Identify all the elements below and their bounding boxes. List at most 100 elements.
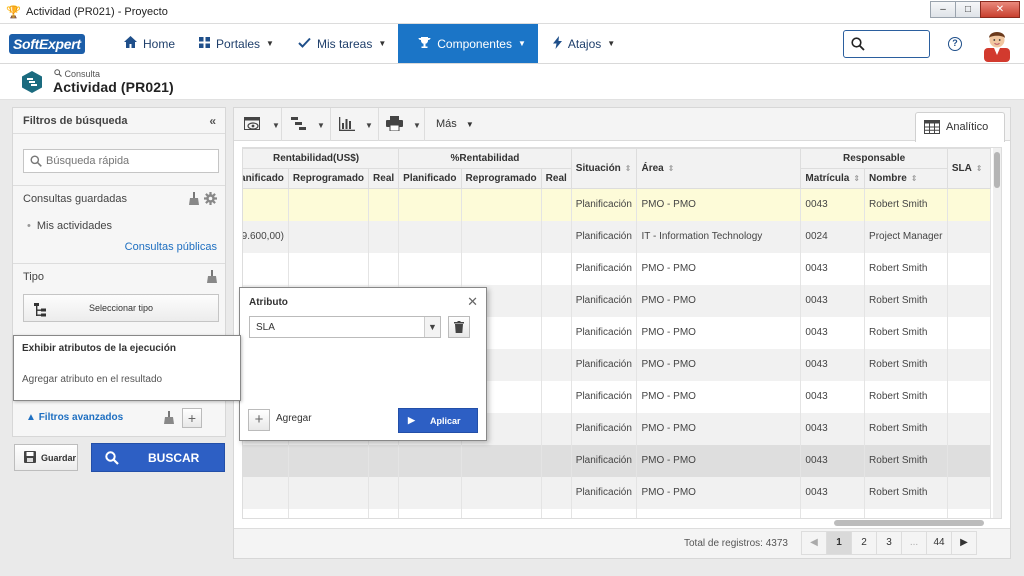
delete-attribute-button[interactable] xyxy=(448,316,470,338)
close-window-button[interactable]: ✕ xyxy=(980,1,1020,18)
play-icon: ▶ xyxy=(408,415,415,425)
col-situacion[interactable]: Situación ⇕ xyxy=(570,148,638,189)
cell-real-pct xyxy=(540,508,572,518)
col-planificado-pct[interactable]: Planificado xyxy=(398,168,462,189)
chevron-down-icon: ▼ xyxy=(365,120,373,130)
cell-matricula: 0024 xyxy=(800,220,866,253)
user-avatar[interactable] xyxy=(982,26,1012,62)
quick-search-field[interactable] xyxy=(23,149,219,173)
cell-nombre: Robert Smith xyxy=(864,188,948,221)
col-nombre[interactable]: Nombre ⇕ xyxy=(864,168,948,189)
softexpert-logo[interactable]: SoftExpert xyxy=(0,24,112,63)
attribute-select[interactable]: SLA ▼ xyxy=(249,316,441,338)
gear-icon[interactable] xyxy=(204,192,217,208)
bolt-icon xyxy=(552,35,562,52)
select-tipo-button[interactable]: Seleccionar tipo xyxy=(23,294,219,322)
cell-real-pct xyxy=(540,220,572,253)
home-icon xyxy=(124,36,137,51)
cell-sla xyxy=(946,380,992,413)
floppy-icon xyxy=(24,451,36,465)
next-page-button[interactable]: ▶ xyxy=(951,531,977,555)
total-records: Total de registros: 4373 xyxy=(684,538,788,549)
col-matricula[interactable]: Matrícula ⇕ xyxy=(800,168,866,189)
sort-icon: ⇕ xyxy=(975,164,983,173)
chevron-down-icon: ▼ xyxy=(413,120,421,130)
clear-broom-icon[interactable] xyxy=(164,411,174,428)
nav-componentes[interactable]: Componentes ▼ xyxy=(398,24,538,63)
clear-broom-icon[interactable] xyxy=(189,192,199,208)
chevron-down-icon: ▼ xyxy=(378,39,387,48)
page-button[interactable]: 44 xyxy=(926,531,952,555)
saved-query-item[interactable]: Mis actividades xyxy=(27,220,112,232)
table-row[interactable]: Planificación PMO - PMO 0043 Robert Smith xyxy=(243,444,992,477)
col-planificado-usd[interactable]: anificado xyxy=(243,168,289,189)
col-real-pct[interactable]: Real xyxy=(540,168,572,189)
search-button[interactable]: BUSCAR xyxy=(91,443,225,472)
add-attribute-button[interactable]: + xyxy=(248,409,270,431)
cell-planificado-usd xyxy=(243,508,289,518)
add-filter-button[interactable]: + xyxy=(182,408,202,428)
cell-real-pct xyxy=(540,476,572,509)
pagination: ◀ 1 2 3 ... 44 ▶ xyxy=(801,531,977,555)
global-search-input[interactable] xyxy=(843,30,930,58)
prev-page-button[interactable]: ◀ xyxy=(801,531,827,555)
tab-analitico[interactable]: Analítico xyxy=(915,112,1005,142)
nav-portales[interactable]: Portales ▼ xyxy=(187,24,286,63)
cell-real-pct xyxy=(540,252,572,285)
advanced-filters-toggle[interactable]: ▲ Filtros avanzados xyxy=(26,412,123,423)
tipo-section: Tipo Seleccionar tipo xyxy=(13,263,225,333)
clear-broom-icon[interactable] xyxy=(207,270,217,286)
execution-attributes-tooltip: Exhibir atributos de la ejecución Agrega… xyxy=(13,335,241,401)
col-real-usd[interactable]: Real xyxy=(368,168,400,189)
cell-matricula: 0043 xyxy=(800,284,866,317)
cell-matricula: 0043 xyxy=(800,476,866,509)
eye-icon xyxy=(244,116,262,134)
minimize-button[interactable]: – xyxy=(930,1,956,18)
collapse-panel-icon[interactable]: « xyxy=(209,114,216,128)
save-query-button[interactable]: Guardar xyxy=(14,444,78,471)
maximize-button[interactable]: □ xyxy=(955,1,981,18)
page-button[interactable]: 1 xyxy=(826,531,852,555)
cell-sla xyxy=(946,348,992,381)
col-area[interactable]: Área ⇕ xyxy=(636,148,802,189)
close-icon[interactable]: ✕ xyxy=(467,294,478,310)
nav-mis-tareas[interactable]: Mis tareas ▼ xyxy=(286,24,398,63)
nav-home[interactable]: Home xyxy=(112,24,187,63)
cell-area: PMO - PMO xyxy=(636,444,802,477)
col-reprogramado-usd[interactable]: Reprogramado xyxy=(287,168,370,189)
table-row[interactable]: Planificación PMO - PMO 0043 Robert Smith xyxy=(243,252,992,285)
cell-nombre xyxy=(864,508,948,518)
nav-atajos[interactable]: Atajos ▼ xyxy=(538,24,627,63)
table-row[interactable]: 9.600,00) Planificación IT - Information T… xyxy=(243,220,992,253)
table-row[interactable]: Planificación PMO - PMO 0043 Robert Smith xyxy=(243,188,992,221)
cell-area: PMO - PMO xyxy=(636,316,802,349)
table-row[interactable]: Planificación PMO - PMO 0043 Robert Smith xyxy=(243,476,992,509)
chevron-down-icon: ▼ xyxy=(317,120,325,130)
col-sla[interactable]: SLA ⇕ xyxy=(946,148,992,189)
page-button[interactable]: 2 xyxy=(851,531,877,555)
hierarchy-menu-button[interactable]: ▼ xyxy=(291,114,325,136)
activity-hex-icon xyxy=(20,70,44,94)
more-menu-button[interactable]: Más ▼ xyxy=(436,118,474,130)
sort-icon: ⇕ xyxy=(910,174,918,183)
help-icon[interactable]: ? xyxy=(948,37,962,51)
cell-real-usd xyxy=(368,476,400,509)
cell-nombre: Robert Smith xyxy=(864,348,948,381)
cell-area: PMO - PMO xyxy=(636,476,802,509)
view-menu-button[interactable]: ▼ xyxy=(244,114,280,136)
quick-search-input[interactable] xyxy=(46,153,216,169)
table-row[interactable] xyxy=(243,508,992,518)
horizontal-scrollbar[interactable] xyxy=(834,520,984,526)
public-queries-link[interactable]: Consultas públicas xyxy=(125,241,217,253)
cell-nombre: Robert Smith xyxy=(864,316,948,349)
trophy-icon xyxy=(418,36,431,52)
col-reprogramado-pct[interactable]: Reprogramado xyxy=(460,168,542,189)
cell-sla xyxy=(946,476,992,509)
chart-menu-button[interactable]: ▼ xyxy=(339,114,373,136)
cell-situacion xyxy=(570,508,638,518)
print-menu-button[interactable]: ▼ xyxy=(386,114,421,136)
chevron-down-icon: ▼ xyxy=(517,39,526,48)
apply-button[interactable]: ▶ Aplicar xyxy=(398,408,478,433)
vertical-scrollbar[interactable] xyxy=(993,148,1001,518)
page-button[interactable]: 3 xyxy=(876,531,902,555)
